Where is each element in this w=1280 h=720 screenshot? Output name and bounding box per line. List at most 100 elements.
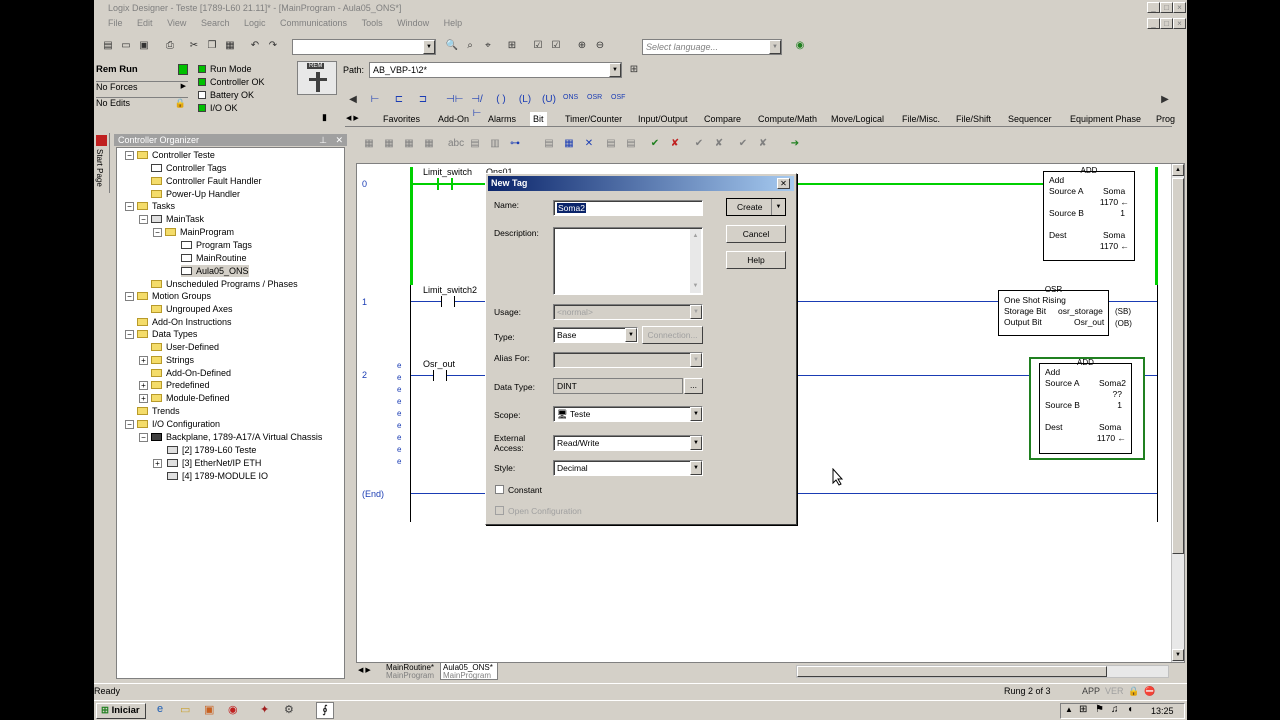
scroll-up-icon[interactable]: ▲ <box>690 229 701 243</box>
scroll-thumb[interactable] <box>797 666 1107 677</box>
tab-mainroutine[interactable]: MainRoutine* MainProgram <box>384 663 440 680</box>
scroll-down-icon[interactable]: ▼ <box>690 279 701 293</box>
start-button[interactable]: ⊞ Iniciar <box>96 703 146 719</box>
paste-icon[interactable]: ▦ <box>222 38 238 54</box>
cut-icon[interactable]: ✂ <box>186 38 202 54</box>
cancel-pending-icon[interactable]: ▤ <box>623 136 639 152</box>
osr-button[interactable]: OSR <box>587 94 602 101</box>
tab-file-misc[interactable]: File/Misc. <box>902 112 940 126</box>
expand-icon[interactable]: + <box>139 381 148 390</box>
print-icon[interactable]: ⎙ <box>162 38 178 54</box>
tree-item[interactable]: Controller Teste <box>137 149 215 161</box>
collapse-icon[interactable]: − <box>139 433 148 442</box>
tree-item[interactable]: Add-On Instructions <box>137 316 232 328</box>
ote-icon[interactable]: ( ) <box>493 92 509 108</box>
open-folder-icon[interactable]: ▭ <box>118 38 134 54</box>
accept-edit-icon[interactable]: ▦ <box>381 136 397 152</box>
ie-icon[interactable]: e <box>157 703 163 715</box>
speaker-tray-icon[interactable]: ◖ <box>1127 704 1133 715</box>
add-instruction-selected[interactable]: ADD Add Source A Soma2 ?? Source B1 Dest S… <box>1029 357 1145 460</box>
minimize-button[interactable]: _ <box>1147 2 1160 13</box>
collapse-icon[interactable]: − <box>125 151 134 160</box>
start-page-tab[interactable]: Start Page <box>94 133 110 193</box>
verify-icon[interactable]: ⊞ <box>504 38 520 54</box>
datatype-field[interactable]: DINT <box>553 378 683 394</box>
tab-scroll-left-icon[interactable]: ◀ ▶ <box>358 666 371 674</box>
tree-item[interactable]: Power-Up Handler <box>151 188 240 200</box>
dialog-close-icon[interactable]: ✕ <box>777 178 790 189</box>
tree-item[interactable]: Tasks <box>137 200 175 212</box>
replace-icon[interactable]: ⌖ <box>480 38 496 54</box>
scroll-thumb[interactable] <box>1172 178 1184 554</box>
new-file-icon[interactable]: ▤ <box>100 38 116 54</box>
tree-item[interactable]: MainTask <box>151 213 204 225</box>
tab-timer-counter[interactable]: Timer/Counter <box>565 112 622 126</box>
tree-item[interactable]: Program Tags <box>181 239 252 251</box>
mdi-restore-button[interactable]: □ <box>1160 18 1173 29</box>
tree-item[interactable]: I/O Configuration <box>137 418 220 430</box>
osf-button[interactable]: OSF <box>611 94 625 101</box>
menu-logic[interactable]: Logic <box>244 18 266 28</box>
tree-item[interactable]: Trends <box>137 405 180 417</box>
test-edits-icon[interactable]: ▤ <box>541 136 557 152</box>
alias-select[interactable]: ▼ <box>553 352 703 368</box>
volume-tray-icon[interactable]: ♫ <box>1111 704 1119 715</box>
test-accepted-icon[interactable]: ✔ <box>735 136 751 152</box>
tab-favorites[interactable]: Favorites <box>383 112 420 126</box>
menu-edit[interactable]: Edit <box>137 18 153 28</box>
pin-icon[interactable]: ⊥ <box>319 134 327 146</box>
tree-item[interactable]: Data Types <box>137 328 197 340</box>
tab-add-on[interactable]: Add-On <box>438 112 469 126</box>
scroll-left-icon[interactable]: ◀ <box>345 92 361 108</box>
type-select[interactable]: Base ▼ <box>553 327 638 343</box>
tree-item[interactable]: [3] EtherNet/IP ETH <box>167 457 261 469</box>
xic-contact[interactable] <box>437 178 453 190</box>
tab-compute-math[interactable]: Compute/Math <box>758 112 817 126</box>
xic-icon[interactable]: ⊣⊢ <box>445 92 463 108</box>
menu-communications[interactable]: Communications <box>280 18 347 28</box>
tree-item[interactable]: Ungrouped Axes <box>151 303 233 315</box>
horizontal-scrollbar[interactable] <box>796 665 1169 678</box>
scroll-down-icon[interactable]: ▼ <box>1172 649 1184 661</box>
tab-alarms[interactable]: Alarms <box>488 112 516 126</box>
description-scrollbar[interactable]: ▲ ▼ <box>690 229 701 293</box>
vertical-scrollbar[interactable]: ▲ ▼ <box>1171 164 1184 662</box>
verify-controller-icon[interactable]: ☑ <box>548 38 564 54</box>
tab-bit[interactable]: Bit <box>530 112 547 126</box>
tree-item[interactable]: MainRoutine <box>181 252 247 264</box>
collapse-icon[interactable]: − <box>125 420 134 429</box>
tree-item[interactable]: Controller Tags <box>151 162 226 174</box>
otl-icon[interactable]: (L) <box>517 92 533 108</box>
contact-tag[interactable]: Limit_switch <box>423 167 472 177</box>
rslogix-icon[interactable]: ✦ <box>260 703 269 716</box>
tree-item[interactable]: Strings <box>151 354 194 366</box>
add-branch-icon[interactable]: ⊏ <box>391 92 407 108</box>
bookmark-icon[interactable]: ⊶ <box>507 136 523 152</box>
active-app-icon[interactable]: ∮ <box>316 702 334 719</box>
copy-icon[interactable]: ❐ <box>204 38 220 54</box>
tree-item[interactable]: Controller Fault Handler <box>151 175 262 187</box>
path-combo[interactable]: AB_VBP-1\2* ▼ <box>369 62 622 78</box>
chrome-icon[interactable]: ◉ <box>228 703 238 716</box>
tree-item[interactable]: [2] 1789-L60 Teste <box>167 444 256 456</box>
tab-compare[interactable]: Compare <box>704 112 741 126</box>
language-select[interactable]: Select language... ▼ <box>642 39 782 55</box>
collapse-icon[interactable]: − <box>139 215 148 224</box>
tab-input-output[interactable]: Input/Output <box>638 112 688 126</box>
menu-window[interactable]: Window <box>397 18 429 28</box>
collapse-icon[interactable]: − <box>125 202 134 211</box>
settings-icon[interactable]: ⚙ <box>284 703 294 716</box>
menu-search[interactable]: Search <box>201 18 230 28</box>
network-tray-icon[interactable]: ⊞ <box>1079 704 1087 715</box>
untest-accepted-icon[interactable]: ✘ <box>755 136 771 152</box>
tree-item-selected[interactable]: Aula05_ONS <box>181 265 249 277</box>
cancel-button[interactable]: Cancel <box>726 225 786 243</box>
edit-rung-icon[interactable]: ▦ <box>361 136 377 152</box>
contact-tag[interactable]: Limit_switch2 <box>423 285 477 295</box>
datatype-browse-button[interactable]: ... <box>684 378 703 394</box>
redo-icon[interactable]: ↷ <box>265 38 281 54</box>
menu-help[interactable]: Help <box>444 18 463 28</box>
maximize-button[interactable]: □ <box>1160 2 1173 13</box>
add-instruction-box[interactable]: ADD Add Source A Soma 1170 ← Source B1 De… <box>1043 166 1135 261</box>
tree-item[interactable]: [4] 1789-MODULE IO <box>167 470 268 482</box>
